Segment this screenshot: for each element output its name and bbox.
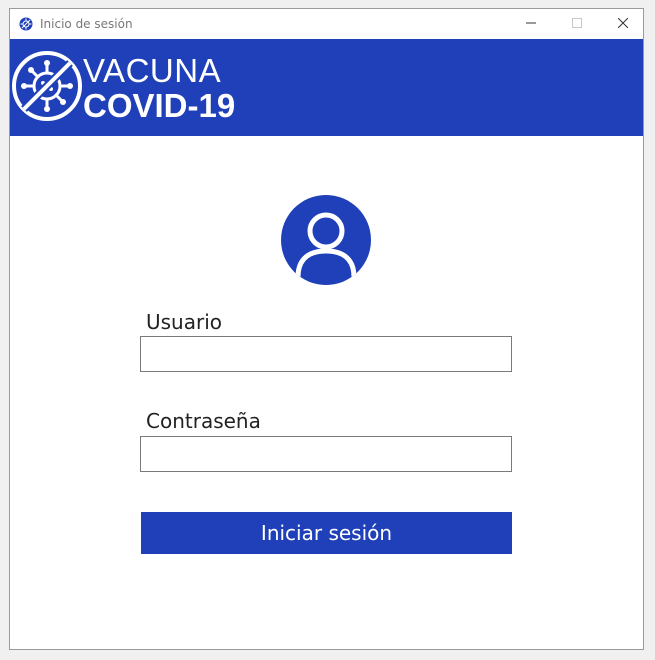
logo-text-vacuna: VACUNA — [83, 52, 222, 89]
minimize-button[interactable] — [508, 9, 554, 39]
login-button[interactable]: Iniciar sesión — [141, 512, 512, 554]
password-label: Contraseña — [146, 409, 261, 433]
close-icon — [617, 15, 629, 33]
username-label: Usuario — [146, 310, 223, 334]
password-input[interactable] — [140, 436, 512, 472]
virus-icon — [19, 17, 33, 31]
window-title: Inicio de sesión — [40, 17, 133, 31]
minimize-icon — [526, 15, 536, 33]
user-icon — [281, 195, 371, 285]
maximize-icon — [572, 15, 582, 33]
crossed-virus-icon — [11, 50, 83, 122]
logo-text-covid: COVID-19 — [83, 87, 236, 124]
login-window: Inicio de sesión VACUNA COVID-19 Usuario… — [9, 8, 644, 650]
title-bar[interactable]: Inicio de sesión — [10, 9, 643, 39]
maximize-button[interactable] — [554, 9, 600, 39]
close-button[interactable] — [600, 9, 646, 39]
header-banner: VACUNA COVID-19 — [10, 39, 643, 136]
username-input[interactable] — [140, 336, 512, 372]
